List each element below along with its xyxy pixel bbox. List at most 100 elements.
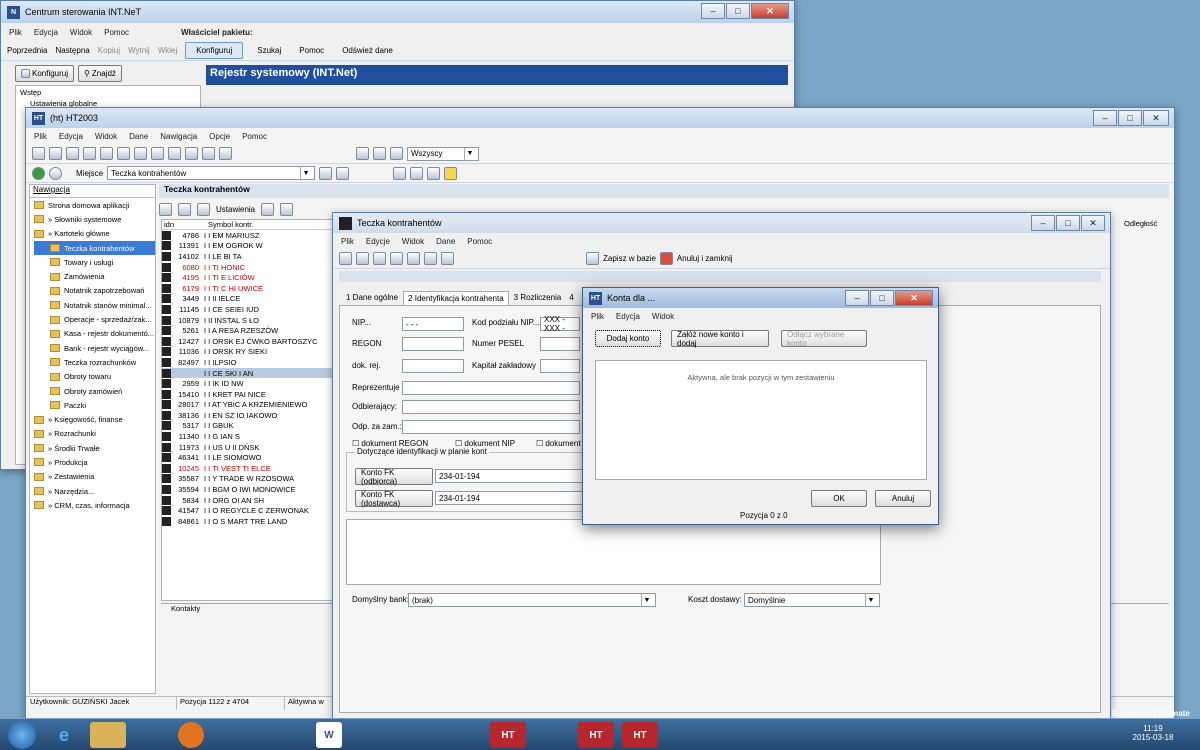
find-icon[interactable] bbox=[117, 147, 130, 160]
layout-icon[interactable] bbox=[197, 202, 210, 216]
print-icon[interactable] bbox=[261, 202, 275, 216]
place-select[interactable]: Teczka kontrahentów ▼ bbox=[107, 166, 316, 180]
firefox-icon[interactable] bbox=[178, 722, 204, 748]
chk-doc[interactable]: ☐ dokument bbox=[536, 439, 581, 448]
table-row[interactable]: 4195 I I TI E LICIÓW bbox=[162, 272, 335, 283]
menu-dane[interactable]: Dane bbox=[436, 237, 455, 246]
ok-button[interactable]: OK bbox=[811, 490, 867, 507]
menu-pomoc[interactable]: Pomoc bbox=[104, 28, 129, 37]
binoculars-icon[interactable] bbox=[185, 147, 198, 160]
tab-configure[interactable]: Konfiguruj bbox=[15, 65, 75, 82]
notepad-icon[interactable] bbox=[446, 722, 482, 748]
menu-widok[interactable]: Widok bbox=[652, 312, 674, 321]
menu-opcje[interactable]: Opcje bbox=[209, 132, 230, 141]
save-icon[interactable] bbox=[356, 252, 369, 265]
messenger-icon[interactable] bbox=[266, 722, 302, 748]
home-icon[interactable] bbox=[336, 166, 350, 180]
table-row[interactable]: 5317 I I GBUK bbox=[162, 421, 335, 432]
table-row[interactable]: 2959 I I IK ID NW bbox=[162, 378, 335, 389]
calendar-icon[interactable] bbox=[356, 147, 369, 160]
shipping-select[interactable]: Domyślnie ▼ bbox=[744, 593, 880, 607]
fk-receiver-button[interactable]: Konto FK (odbiorca) bbox=[355, 468, 433, 486]
minimize-button[interactable]: – bbox=[701, 3, 725, 19]
minimize-button[interactable]: – bbox=[1093, 110, 1117, 126]
menu-edycja[interactable]: Edycja bbox=[34, 28, 58, 37]
help-button[interactable]: Pomoc bbox=[299, 46, 324, 55]
new-icon[interactable] bbox=[32, 147, 45, 160]
back-icon[interactable] bbox=[32, 166, 45, 180]
menu-pomoc[interactable]: Pomoc bbox=[467, 237, 492, 246]
nav-item[interactable]: » Księgowość, finanse bbox=[34, 412, 155, 426]
nav-item[interactable]: Paczki bbox=[34, 398, 155, 412]
save-icon[interactable] bbox=[83, 147, 96, 160]
table-row[interactable]: 15410 I I KRET PAI NICE bbox=[162, 389, 335, 400]
nav-item[interactable]: Obroty towaru bbox=[34, 370, 155, 384]
app-icon[interactable] bbox=[222, 722, 258, 748]
remote-icon[interactable] bbox=[134, 722, 170, 748]
menu-widok[interactable]: Widok bbox=[70, 28, 92, 37]
ht-app-icon[interactable]: HT bbox=[578, 722, 614, 748]
configure-button[interactable]: Konfiguruj bbox=[185, 42, 244, 59]
nav-item[interactable]: » Narzędzia... bbox=[34, 484, 155, 498]
nav-item[interactable]: Operacje - sprzedaż/zak... bbox=[34, 312, 155, 326]
cut-icon[interactable] bbox=[151, 147, 164, 160]
col-idn[interactable]: idn bbox=[162, 220, 208, 229]
paint-icon[interactable] bbox=[356, 722, 392, 748]
nip-input[interactable]: - - - bbox=[402, 317, 464, 331]
star-icon[interactable] bbox=[444, 166, 458, 180]
dok-input[interactable] bbox=[402, 359, 464, 373]
bolt-icon[interactable] bbox=[410, 166, 424, 180]
menu-plik[interactable]: Plik bbox=[9, 28, 22, 37]
ht-app-icon[interactable]: HT bbox=[490, 722, 526, 748]
pin-icon[interactable] bbox=[319, 166, 333, 180]
kod-input[interactable]: XXX - XXX - bbox=[540, 315, 580, 333]
table-row[interactable]: 10879 I II INSTAL S ŁO bbox=[162, 315, 335, 326]
notes-area[interactable] bbox=[346, 519, 881, 585]
filter-icon[interactable] bbox=[390, 147, 403, 160]
ht-app-icon[interactable]: HT bbox=[622, 722, 658, 748]
maximize-button[interactable]: □ bbox=[726, 3, 750, 19]
nav-item[interactable]: » Zestawienia bbox=[34, 470, 155, 484]
copy-button[interactable]: Kopiuj bbox=[98, 46, 120, 55]
table-row[interactable]: 11340 I I G IAN S bbox=[162, 431, 335, 442]
table-row[interactable]: 35587 I I Y TRADE W RZOSOWA bbox=[162, 474, 335, 485]
fk-supplier-button[interactable]: Konto FK (dostawca) bbox=[355, 490, 433, 508]
export-icon[interactable] bbox=[159, 202, 172, 216]
create-account-button[interactable]: Załóż nowe konto i dodaj bbox=[671, 330, 769, 348]
menu-widok[interactable]: Widok bbox=[402, 237, 424, 246]
menu-widok[interactable]: Widok bbox=[95, 132, 117, 141]
capital-input[interactable] bbox=[540, 359, 580, 373]
cancel-close-button[interactable]: Anuluj i zamknij bbox=[677, 254, 733, 263]
tab-general[interactable]: 1 Dane ogólne bbox=[343, 291, 401, 305]
speedometer-icon[interactable] bbox=[219, 147, 232, 160]
open-icon[interactable] bbox=[49, 147, 62, 160]
nav-item[interactable]: Kasa - rejestr dokumentó... bbox=[34, 327, 155, 341]
col-symbol[interactable]: Symbol kontr. bbox=[208, 220, 253, 229]
table-row[interactable]: 84861 I I O S MART TRE LAND bbox=[162, 516, 335, 527]
delete-icon[interactable] bbox=[66, 147, 79, 160]
table-row[interactable]: 5261 I I A RESA RZESZÓW bbox=[162, 325, 335, 336]
save-button[interactable]: Zapisz w bazie bbox=[603, 254, 656, 263]
paste-icon[interactable] bbox=[441, 252, 454, 265]
paste-button[interactable]: Wklej bbox=[158, 46, 178, 55]
grid-icon[interactable] bbox=[373, 147, 386, 160]
nav-item[interactable]: Bank - rejestr wyciągów... bbox=[34, 341, 155, 355]
tools-icon[interactable] bbox=[393, 166, 407, 180]
undo-icon[interactable] bbox=[339, 252, 352, 265]
close-button[interactable]: ✕ bbox=[895, 290, 933, 306]
prev-button[interactable]: Poprzednia bbox=[7, 46, 47, 55]
table-row[interactable]: 82497 I I ILPSIO bbox=[162, 357, 335, 368]
close-button[interactable]: ✕ bbox=[1143, 110, 1169, 126]
search-button[interactable]: Szukaj bbox=[257, 46, 281, 55]
start-button[interactable] bbox=[8, 721, 36, 749]
tool-icon[interactable] bbox=[400, 722, 436, 748]
nav-item[interactable]: Teczka rozrachunków bbox=[34, 355, 155, 369]
menu-edycja[interactable]: Edycja bbox=[59, 132, 83, 141]
print-icon[interactable] bbox=[390, 252, 403, 265]
menu-nawigacja[interactable]: Nawigacja bbox=[160, 132, 197, 141]
nav-item[interactable]: Towary i usługi bbox=[34, 255, 155, 269]
minimize-button[interactable]: – bbox=[845, 290, 869, 306]
ie-icon[interactable]: e bbox=[46, 722, 82, 748]
next-button[interactable]: Następna bbox=[55, 46, 89, 55]
table-row[interactable]: 11973 I I US U II DŃSK bbox=[162, 442, 335, 453]
